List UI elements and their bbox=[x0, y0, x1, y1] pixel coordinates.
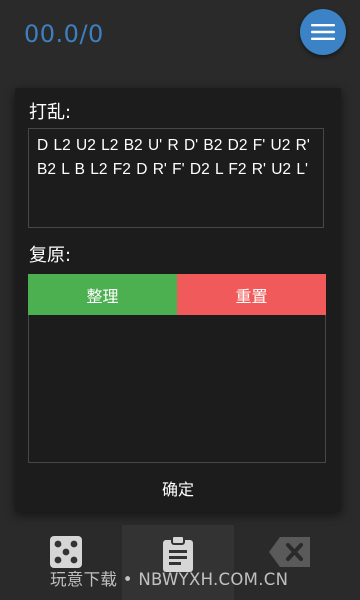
backspace-icon bbox=[269, 537, 310, 567]
app-screen: 00.0/0 打乱: D L2 U2 L2 B2 U' R D' B2 D2 F… bbox=[0, 0, 360, 600]
scramble-text-box: D L2 U2 L2 B2 U' R D' B2 D2 F' U2 R' B2 … bbox=[28, 128, 324, 228]
watermark-text: 玩意下载 • NBWYXH.COM.CN bbox=[50, 570, 289, 589]
scramble-line: B2 L B L2 F2 D R' F' D2 L F2 R' U2 L' bbox=[37, 161, 308, 178]
tidy-button[interactable]: 整理 bbox=[28, 274, 177, 315]
scramble-label: 打乱: bbox=[29, 102, 72, 123]
menu-button[interactable] bbox=[300, 9, 346, 55]
scramble-dialog: 打乱: D L2 U2 L2 B2 U' R D' B2 D2 F' U2 R'… bbox=[15, 88, 341, 512]
top-bar: 00.0/0 bbox=[0, 0, 360, 80]
solve-label: 复原: bbox=[29, 245, 72, 266]
scramble-line: D L2 U2 L2 B2 U' R D' B2 D2 F' U2 R' bbox=[37, 137, 310, 154]
dice-icon bbox=[50, 536, 82, 568]
solve-input-area[interactable] bbox=[28, 315, 326, 463]
confirm-button[interactable]: 确定 bbox=[15, 476, 341, 500]
solve-button-row: 整理 重置 bbox=[28, 274, 326, 315]
score-display: 00.0/0 bbox=[24, 20, 104, 48]
reset-button[interactable]: 重置 bbox=[177, 274, 326, 315]
hamburger-menu-icon bbox=[311, 24, 335, 40]
